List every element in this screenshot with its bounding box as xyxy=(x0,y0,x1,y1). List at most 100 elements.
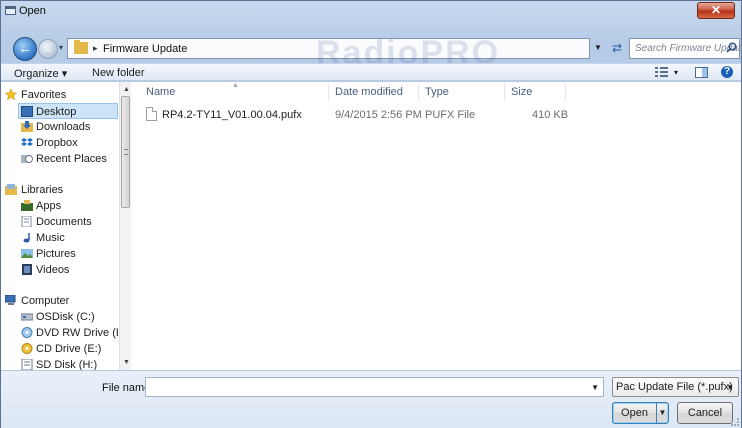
nav-music[interactable]: Music xyxy=(1,230,118,246)
address-row: ← → ▾ RadioPRO ▸ Firmware Update ▼ ⇄ Sea… xyxy=(1,29,742,72)
address-dropdown-icon[interactable]: ▼ xyxy=(594,43,602,52)
navigation-pane: Favorites Desktop Downloads Dropbox Rece… xyxy=(1,82,131,371)
scroll-grip xyxy=(124,149,128,155)
column-header-size[interactable]: Size xyxy=(511,86,532,98)
address-bar[interactable]: RadioPRO ▸ Firmware Update xyxy=(67,34,590,72)
title-bar: Open ✕ xyxy=(1,1,741,23)
nav-label: DVD RW Drive (D xyxy=(36,327,118,339)
dvd-drive-icon xyxy=(21,327,33,338)
nav-cd-drive[interactable]: CD Drive (E:) xyxy=(1,341,118,357)
file-row[interactable]: RP4.2-TY11_V01.00.04.pufx 9/4/2015 2:56 … xyxy=(132,104,741,124)
hard-drive-icon xyxy=(21,313,33,321)
desktop-icon xyxy=(21,106,33,117)
file-date: 9/4/2015 2:56 PM xyxy=(335,109,422,121)
column-divider[interactable] xyxy=(328,83,329,101)
column-divider[interactable] xyxy=(418,83,419,101)
file-name-input[interactable]: ▼ xyxy=(145,377,604,397)
filter-dropdown-icon[interactable]: ▼ xyxy=(726,383,734,392)
file-name-dropdown-icon[interactable]: ▼ xyxy=(591,383,599,392)
open-button-label: Open xyxy=(621,407,648,419)
nav-pictures[interactable]: Pictures xyxy=(1,246,118,262)
folder-icon xyxy=(74,40,88,54)
file-type-filter-value: Pac Update File (*.pufx) xyxy=(616,381,733,393)
scroll-thumb[interactable] xyxy=(121,96,130,208)
nav-label: Music xyxy=(36,232,65,244)
videos-icon xyxy=(22,264,32,275)
help-icon[interactable]: ? xyxy=(721,66,733,78)
column-header-name[interactable]: Name xyxy=(146,86,175,98)
column-divider[interactable] xyxy=(504,83,505,101)
scroll-up-arrow-icon[interactable]: ▲ xyxy=(123,86,130,93)
resize-grip[interactable] xyxy=(731,418,739,426)
nav-label: Pictures xyxy=(36,248,76,260)
new-folder-button[interactable]: New folder xyxy=(92,67,145,79)
recent-places-icon xyxy=(21,155,33,163)
nav-scrollbar[interactable]: ▲ ▼ xyxy=(119,82,131,370)
nav-label: CD Drive (E:) xyxy=(36,343,102,355)
downloads-icon xyxy=(21,121,33,132)
nav-label: Apps xyxy=(36,200,62,212)
nav-label: Videos xyxy=(36,264,70,276)
organize-button[interactable]: Organize ▾ xyxy=(14,67,67,80)
history-dropdown-icon[interactable]: ▾ xyxy=(59,43,63,52)
nav-label: Documents xyxy=(36,216,92,228)
nav-videos[interactable]: Videos xyxy=(1,262,118,278)
nav-libraries[interactable]: Libraries xyxy=(1,182,118,198)
computer-icon xyxy=(5,295,16,305)
back-button[interactable]: ← xyxy=(13,37,37,61)
nav-recent-places[interactable]: Recent Places xyxy=(1,151,118,167)
nav-desktop[interactable]: Desktop xyxy=(18,103,118,119)
view-options-icon[interactable] xyxy=(655,67,669,78)
nav-downloads[interactable]: Downloads xyxy=(1,119,118,135)
window-icon xyxy=(5,6,16,15)
nav-dropbox[interactable]: Dropbox xyxy=(1,135,118,151)
nav-label: Dropbox xyxy=(36,137,78,149)
close-button[interactable]: ✕ xyxy=(697,2,735,19)
sort-ascending-icon: ▲ xyxy=(232,82,239,89)
command-toolbar: Organize ▾ New folder ▾ ? xyxy=(1,63,741,81)
column-header-type[interactable]: Type xyxy=(425,86,449,98)
nav-label: Desktop xyxy=(36,106,77,118)
refresh-button[interactable]: ⇄ xyxy=(607,40,627,57)
nav-label: OSDisk (C:) xyxy=(36,311,95,323)
nav-dvd-drive[interactable]: DVD RW Drive (D xyxy=(1,325,118,341)
cancel-button[interactable]: Cancel xyxy=(677,402,733,424)
nav-label: Favorites xyxy=(21,89,67,101)
libraries-icon xyxy=(5,184,17,195)
column-header-date[interactable]: Date modified xyxy=(335,86,403,98)
apps-icon xyxy=(21,200,33,211)
scroll-down-arrow-icon[interactable]: ▼ xyxy=(123,359,130,366)
documents-icon xyxy=(21,216,32,227)
dropbox-icon xyxy=(21,138,33,146)
star-icon xyxy=(5,89,17,100)
nav-osdisk[interactable]: OSDisk (C:) xyxy=(1,309,118,325)
nav-label: Computer xyxy=(21,295,70,307)
music-icon xyxy=(23,233,30,243)
file-type: PUFX File xyxy=(425,109,476,121)
nav-computer[interactable]: Computer xyxy=(1,293,118,309)
dialog-footer: File name: ▼ Pac Update File (*.pufx) ▼ … xyxy=(1,370,741,428)
open-button[interactable]: Open ▼ xyxy=(612,402,669,424)
nav-label: Libraries xyxy=(21,184,64,196)
file-type-filter[interactable]: Pac Update File (*.pufx) ▼ xyxy=(612,377,739,397)
nav-label: Recent Places xyxy=(36,153,107,165)
nav-apps[interactable]: Apps xyxy=(1,198,118,214)
nav-documents[interactable]: Documents xyxy=(1,214,118,230)
sd-card-icon xyxy=(21,359,33,370)
breadcrumb-current-folder[interactable]: Firmware Update xyxy=(103,43,187,55)
search-icon[interactable] xyxy=(726,42,737,53)
nav-favorites[interactable]: Favorites xyxy=(1,87,118,103)
breadcrumb-chevron-icon[interactable]: ▸ xyxy=(93,43,98,54)
preview-pane-icon[interactable] xyxy=(695,67,708,78)
file-icon xyxy=(146,107,157,121)
file-size: 410 KB xyxy=(532,109,569,121)
column-divider[interactable] xyxy=(565,83,566,101)
view-dropdown-icon[interactable]: ▾ xyxy=(674,68,678,77)
open-split-dropdown-icon[interactable]: ▼ xyxy=(656,403,668,423)
content-area: Favorites Desktop Downloads Dropbox Rece… xyxy=(1,82,741,371)
search-box[interactable]: Search Firmware Update xyxy=(629,38,742,59)
forward-button[interactable]: → xyxy=(38,39,58,59)
window-title: Open xyxy=(19,5,46,17)
pictures-icon xyxy=(21,249,33,258)
file-name: RP4.2-TY11_V01.00.04.pufx xyxy=(162,109,302,121)
